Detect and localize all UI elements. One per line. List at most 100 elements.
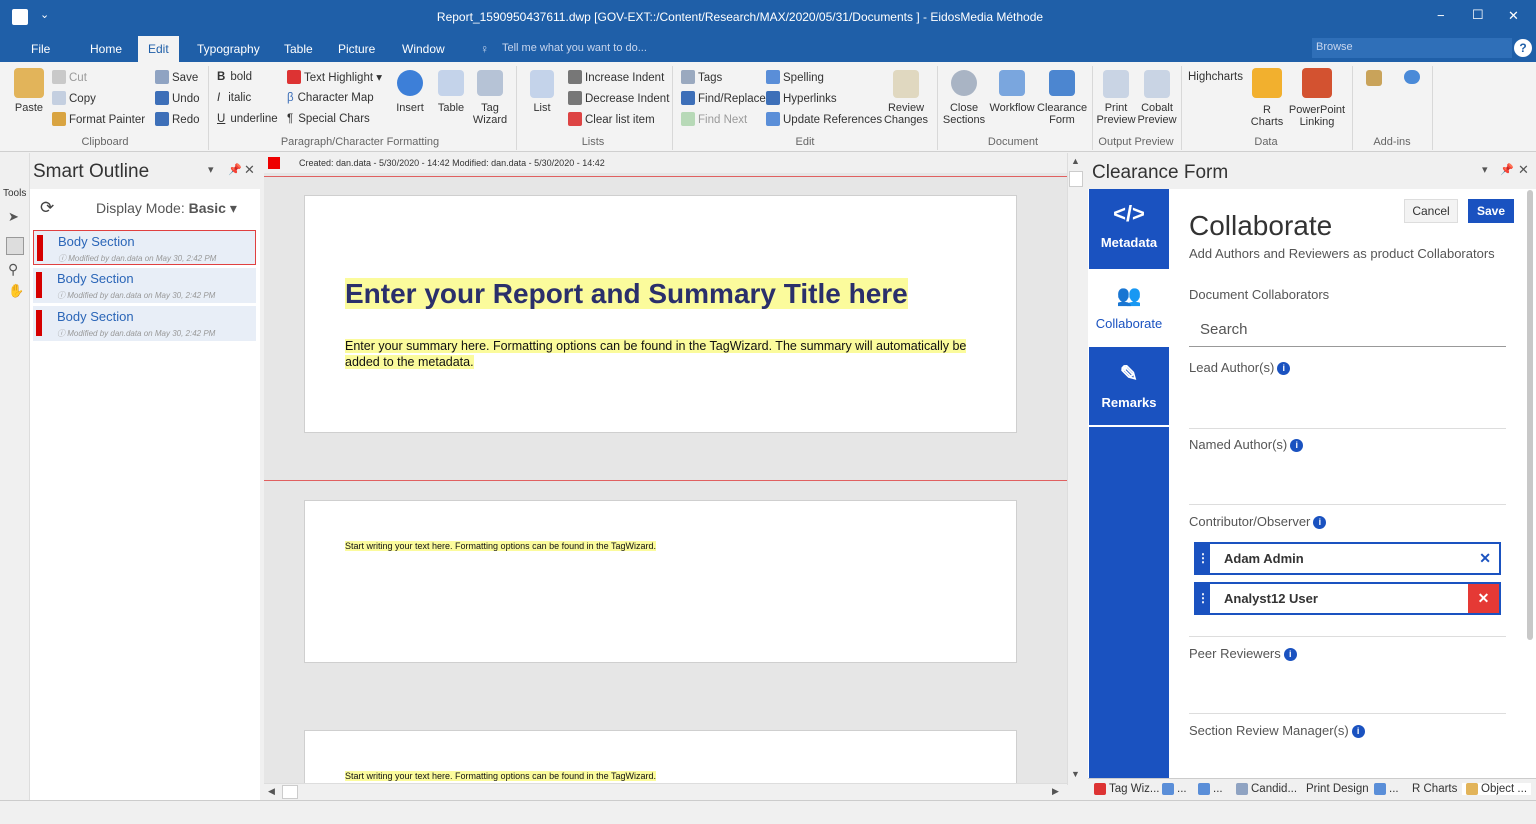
nav-remarks[interactable]: ✎ Remarks	[1089, 349, 1169, 427]
scroll-down-icon[interactable]: ▼	[1071, 769, 1080, 779]
summary-text[interactable]: Enter your summary here. Formatting opti…	[345, 338, 995, 370]
close-button[interactable]: ✕	[1508, 8, 1519, 24]
remove-icon[interactable]: ✕	[1468, 584, 1499, 613]
close-sections-button[interactable]: Close Sections	[942, 70, 986, 126]
cancel-button[interactable]: Cancel	[1404, 199, 1458, 223]
panel-scrollbar[interactable]	[1527, 190, 1533, 640]
find-replace-button[interactable]: Find/Replace	[681, 91, 766, 106]
panel-dropdown-icon[interactable]: ▾	[208, 163, 214, 176]
nav-collaborate[interactable]: 👥 Collaborate	[1089, 269, 1169, 347]
list-button[interactable]: List	[526, 70, 558, 114]
increase-indent-button[interactable]: Increase Indent	[568, 70, 664, 85]
text-select-icon[interactable]	[6, 237, 24, 255]
clearance-form-button[interactable]: Clearance Form	[1037, 70, 1087, 126]
paste-button[interactable]: Paste	[12, 68, 46, 114]
info-icon[interactable]: i	[1351, 725, 1365, 738]
collaborator-search-input[interactable]: Search	[1189, 316, 1506, 347]
cut-button[interactable]: Cut	[52, 70, 87, 85]
nav-metadata[interactable]: </> Metadata	[1089, 189, 1169, 267]
tab-r-charts[interactable]: R Charts	[1412, 783, 1457, 795]
update-references-button[interactable]: Update References	[766, 112, 882, 127]
minimize-button[interactable]: −	[1437, 8, 1445, 23]
panel-close-icon[interactable]: ✕	[244, 162, 255, 178]
tab-candidates[interactable]: Candid...	[1236, 783, 1297, 795]
tab-typography[interactable]: Typography	[197, 42, 260, 56]
panel-dropdown-icon[interactable]: ▾	[1482, 163, 1488, 176]
display-mode-dropdown[interactable]: Display Mode: Basic ▾	[96, 200, 237, 217]
tab-object[interactable]: Object ...	[1462, 783, 1532, 795]
pointer-icon[interactable]: ➤	[8, 209, 19, 225]
tab-picture[interactable]: Picture	[338, 42, 375, 56]
italic-button[interactable]: Iitalic	[217, 91, 251, 105]
bold-button[interactable]: Bbold	[217, 70, 252, 84]
copy-button[interactable]: Copy	[52, 91, 96, 106]
tab-panel[interactable]: ...	[1374, 783, 1399, 795]
body-prompt[interactable]: Start writing your text here. Formatting…	[345, 771, 656, 781]
tab-window[interactable]: Window	[402, 42, 445, 56]
print-preview-button[interactable]: Print Preview	[1096, 70, 1136, 126]
hyperlinks-button[interactable]: Hyperlinks	[766, 91, 837, 106]
panel-close-icon[interactable]: ✕	[1518, 162, 1529, 178]
info-icon[interactable]: i	[1290, 439, 1304, 452]
insert-button[interactable]: Insert	[394, 70, 426, 114]
special-chars-button[interactable]: ¶ Special Chars	[287, 112, 370, 126]
hand-icon[interactable]: ✋	[8, 283, 24, 299]
body-page[interactable]: Start writing your text here. Formatting…	[304, 500, 1017, 663]
maximize-button[interactable]: ☐	[1472, 7, 1484, 23]
text-highlight-button[interactable]: Text Highlight ▾	[287, 70, 382, 85]
tab-table[interactable]: Table	[284, 42, 313, 56]
tab-print-design[interactable]: Print Design	[1306, 783, 1369, 795]
workflow-button[interactable]: Workflow	[988, 70, 1036, 114]
tags-button[interactable]: Tags	[681, 70, 722, 85]
table-button[interactable]: Table	[435, 70, 467, 114]
vertical-scrollbar[interactable]: ▲ ▼	[1067, 153, 1084, 785]
collaborator-chip[interactable]: ⋮ Analyst12 User ✕	[1194, 582, 1501, 615]
body-prompt[interactable]: Start writing your text here. Formatting…	[345, 541, 656, 551]
outline-item[interactable]: Body Section ⓘ Modified by dan.data on Ma…	[33, 306, 256, 341]
pin-icon[interactable]: 📌	[1500, 163, 1514, 176]
remove-icon[interactable]: ✕	[1479, 550, 1491, 567]
outline-item[interactable]: Body Section ⓘ Modified by dan.data on Ma…	[33, 268, 256, 303]
help-button[interactable]: ?	[1514, 39, 1532, 57]
save-form-button[interactable]: Save	[1468, 199, 1514, 223]
refresh-icon[interactable]: ⟳	[40, 198, 54, 218]
clear-list-item-button[interactable]: Clear list item	[568, 112, 655, 127]
scroll-up-icon[interactable]: ▲	[1071, 156, 1080, 166]
outline-item[interactable]: Body Section ⓘ Modified by dan.data on Ma…	[33, 230, 256, 265]
zoom-icon[interactable]: ⚲	[8, 261, 18, 278]
browse-input[interactable]: Browse	[1312, 38, 1512, 58]
tag-wizard-button[interactable]: Tag Wizard	[472, 70, 508, 126]
powerpoint-linking-button[interactable]: PowerPoint Linking	[1288, 68, 1346, 128]
scroll-left-icon[interactable]: ◀	[268, 786, 275, 797]
tell-me-input[interactable]: Tell me what you want to do...	[502, 42, 647, 54]
spelling-button[interactable]: Spelling	[766, 70, 824, 85]
tab-file[interactable]: File	[31, 42, 50, 56]
horizontal-scrollbar[interactable]: ◀ ▶	[264, 783, 1067, 800]
decrease-indent-button[interactable]: Decrease Indent	[568, 91, 669, 106]
tab-edit[interactable]: Edit	[138, 36, 179, 62]
tab-panel[interactable]: ...	[1198, 783, 1223, 795]
highcharts-button[interactable]: Highcharts	[1188, 70, 1243, 84]
cobalt-preview-button[interactable]: Cobalt Preview	[1137, 70, 1177, 126]
tab-panel[interactable]: ...	[1162, 783, 1187, 795]
underline-button[interactable]: Uunderline	[217, 112, 278, 126]
undo-button[interactable]: Undo	[155, 91, 200, 106]
scroll-right-icon[interactable]: ▶	[1052, 786, 1059, 797]
hscroll-thumb[interactable]	[282, 785, 298, 799]
r-charts-button[interactable]: R Charts	[1250, 68, 1284, 128]
find-next-button[interactable]: Find Next	[681, 112, 747, 127]
pin-icon[interactable]: 📌	[228, 163, 242, 176]
drag-handle-icon[interactable]: ⋮	[1196, 544, 1210, 573]
collaborator-chip[interactable]: ⋮ Adam Admin ✕	[1194, 542, 1501, 575]
info-icon[interactable]: i	[1313, 516, 1327, 529]
review-changes-button[interactable]: Review Changes	[880, 70, 932, 126]
format-painter-button[interactable]: Format Painter	[52, 112, 145, 127]
summary-page[interactable]: Enter your Report and Summary Title here…	[304, 195, 1017, 433]
info-icon[interactable]: i	[1283, 648, 1297, 661]
redo-button[interactable]: Redo	[155, 112, 200, 127]
character-map-button[interactable]: β Character Map	[287, 91, 374, 105]
scroll-thumb[interactable]	[1069, 171, 1083, 187]
tab-home[interactable]: Home	[90, 42, 122, 56]
tab-tag-wizard[interactable]: Tag Wiz...	[1094, 783, 1159, 795]
save-button[interactable]: Save	[155, 70, 198, 85]
